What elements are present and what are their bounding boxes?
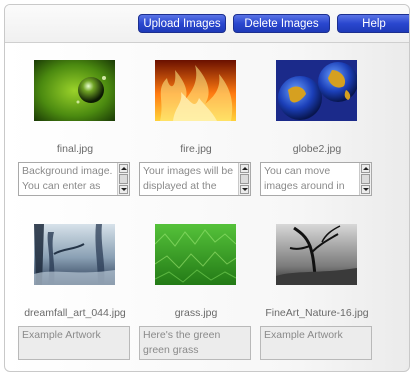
image-description-text: Your images will be displayed at the (143, 165, 234, 192)
image-description-field[interactable]: You can move images around in (260, 162, 372, 196)
scroll-down-button[interactable] (361, 185, 370, 194)
arrow-up-icon (363, 167, 369, 170)
image-description-field[interactable]: Here's the green green grass (139, 326, 251, 360)
green-sphere-image[interactable] (34, 60, 115, 121)
fire-image[interactable] (155, 60, 236, 121)
image-description-field[interactable]: Example Artwork (18, 326, 130, 360)
description-scrollbar[interactable] (359, 163, 371, 195)
help-button[interactable]: Help (337, 14, 409, 33)
image-description-text: Example Artwork (264, 329, 343, 341)
scroll-down-button[interactable] (119, 185, 128, 194)
arrow-down-icon (242, 188, 248, 191)
toolbar: Upload Images Delete Images Help (5, 5, 409, 43)
image-filename: FineArt_Nature-16.jpg (265, 307, 369, 319)
scroll-up-button[interactable] (361, 164, 370, 173)
scroll-thumb[interactable] (361, 174, 370, 184)
scroll-up-button[interactable] (119, 164, 128, 173)
arrow-down-icon (363, 188, 369, 191)
grass-image[interactable] (155, 224, 236, 285)
image-description-field[interactable]: Background image. You can enter as (18, 162, 130, 196)
image-description-text: Example Artwork (22, 329, 101, 341)
delete-images-button[interactable]: Delete Images (233, 14, 330, 33)
arrow-up-icon (242, 167, 248, 170)
image-description-field[interactable]: Example Artwork (260, 326, 372, 360)
image-manager-window: Upload Images Delete Images Help final.j… (4, 4, 410, 372)
image-filename: globe2.jpg (292, 143, 342, 155)
arrow-up-icon (121, 167, 127, 170)
scroll-down-button[interactable] (240, 185, 249, 194)
description-scrollbar[interactable] (117, 163, 129, 195)
scroll-up-button[interactable] (240, 164, 249, 173)
image-description-text: Background image. You can enter as (22, 165, 113, 192)
upload-images-button[interactable]: Upload Images (138, 14, 226, 33)
arrow-down-icon (121, 188, 127, 191)
scroll-thumb[interactable] (119, 174, 128, 184)
description-scrollbar[interactable] (238, 163, 250, 195)
image-description-text: You can move images around in (264, 165, 345, 192)
image-description-text: Here's the green green grass (143, 329, 221, 356)
globe-image[interactable] (276, 60, 357, 121)
bare-tree-image[interactable] (276, 224, 357, 285)
image-description-field[interactable]: Your images will be displayed at the (139, 162, 251, 196)
misty-forest-image[interactable] (34, 224, 115, 285)
scroll-thumb[interactable] (240, 174, 249, 184)
